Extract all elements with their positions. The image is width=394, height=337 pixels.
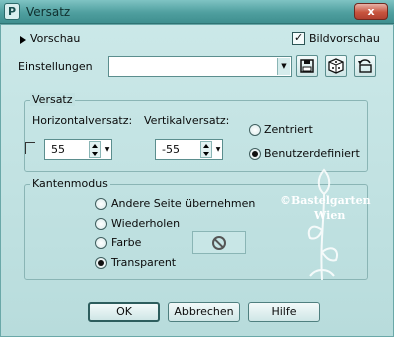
watermark: ©Bastelgarten Wien — [272, 160, 376, 290]
title-bar: P Versatz x — [0, 0, 394, 24]
settings-label: Einstellungen — [18, 60, 93, 73]
disabled-icon — [212, 236, 226, 250]
randomize-button[interactable] — [325, 55, 347, 77]
edge-mode-group-label: Kantenmodus — [30, 177, 110, 190]
radio-color-label: Farbe — [111, 236, 142, 249]
radio-wrap-label: Andere Seite übernehmen — [111, 197, 256, 210]
watermark-line-2: Wien — [314, 209, 346, 222]
flower-watermark-icon — [307, 168, 338, 281]
radio-custom[interactable] — [249, 148, 261, 160]
horizontal-offset-spinner[interactable]: 55 ▼ — [44, 139, 112, 160]
chevron-down-icon[interactable]: ▼ — [103, 141, 111, 158]
offset-group-label: Versatz — [30, 93, 75, 106]
reset-arrow-icon — [358, 59, 372, 73]
expand-arrow-icon[interactable] — [20, 36, 26, 44]
ok-button[interactable]: OK — [88, 302, 160, 322]
radio-transparent-label: Transparent — [111, 256, 177, 269]
window-title: Versatz — [26, 5, 71, 19]
preview-toggle-label[interactable]: Vorschau — [30, 32, 80, 45]
spin-arrows-icon[interactable] — [89, 141, 101, 158]
radio-repeat[interactable] — [95, 218, 107, 230]
close-button[interactable]: x — [354, 3, 388, 20]
floppy-icon — [300, 59, 314, 73]
vertical-offset-spinner[interactable]: -55 ▼ — [155, 139, 223, 160]
radio-transparent[interactable] — [95, 257, 107, 269]
help-button[interactable]: Hilfe — [248, 302, 320, 322]
radio-centered-label: Zentriert — [264, 123, 313, 136]
settings-combo[interactable]: ▼ — [108, 56, 292, 77]
radio-wrap[interactable] — [95, 198, 107, 210]
link-bracket-icon[interactable] — [25, 142, 35, 154]
radio-repeat-label: Wiederholen — [111, 217, 181, 230]
chevron-down-icon[interactable]: ▼ — [214, 141, 222, 158]
vertical-offset-value: -55 — [162, 143, 180, 156]
radio-custom-label: Benutzerdefiniert — [264, 147, 360, 160]
reset-button[interactable] — [354, 55, 376, 77]
watermark-line-1: ©Bastelgarten — [280, 194, 371, 207]
color-swatch[interactable] — [192, 231, 246, 254]
image-preview-checkbox[interactable] — [292, 31, 305, 45]
spin-arrows-icon[interactable] — [200, 141, 212, 158]
radio-centered[interactable] — [249, 124, 261, 136]
vertical-offset-label: Vertikalversatz: — [144, 114, 230, 127]
chevron-down-icon[interactable]: ▼ — [277, 58, 290, 75]
radio-color[interactable] — [95, 237, 107, 249]
cancel-button[interactable]: Abbrechen — [168, 302, 240, 322]
image-preview-label: Bildvorschau — [309, 32, 380, 45]
horizontal-offset-label: Horizontalversatz: — [32, 114, 133, 127]
save-preset-button[interactable] — [296, 55, 318, 77]
app-icon: P — [4, 3, 20, 20]
dice-icon — [328, 58, 344, 74]
horizontal-offset-value: 55 — [51, 143, 65, 156]
